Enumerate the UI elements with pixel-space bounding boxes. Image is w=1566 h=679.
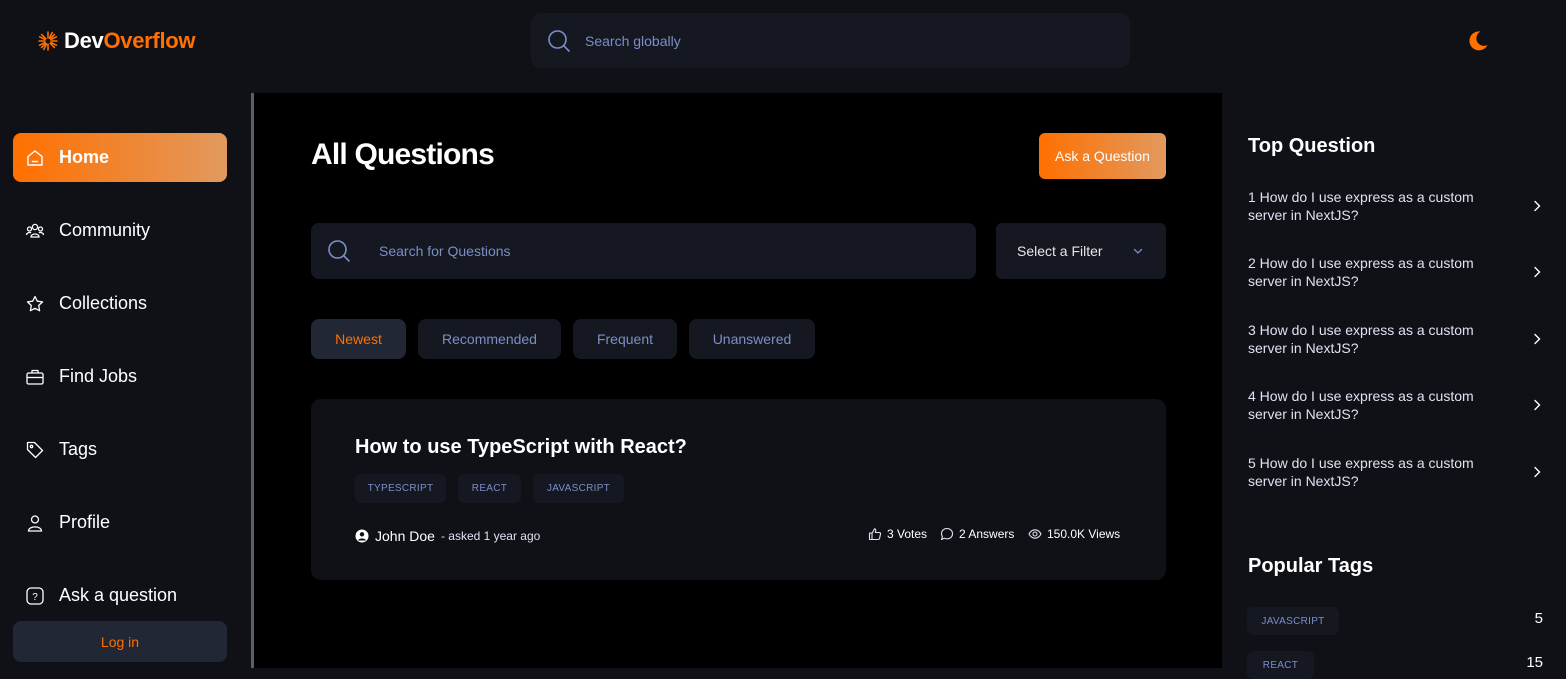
popular-tag[interactable]: JAVASCRIPT bbox=[1247, 607, 1339, 635]
popular-tags-title: Popular Tags bbox=[1248, 555, 1374, 577]
sidebar-item-find-jobs[interactable]: Find Jobs bbox=[13, 352, 227, 401]
filter-select[interactable]: Select a Filter bbox=[996, 223, 1166, 279]
tab-frequent[interactable]: Frequent bbox=[573, 319, 677, 359]
logo-text-dev: Dev bbox=[64, 28, 104, 53]
question-author[interactable]: John Doe - asked 1 year ago bbox=[355, 528, 540, 544]
top-question-item[interactable]: 2 How do I use express as a custom serve… bbox=[1248, 254, 1541, 294]
logo-text-overflow: Overflow bbox=[103, 28, 196, 53]
votes-metric: 3 Votes bbox=[868, 527, 927, 541]
question-tag[interactable]: TYPESCRIPT bbox=[355, 474, 446, 503]
popular-tag-row: JAVASCRIPT 5 bbox=[1247, 607, 1543, 635]
main-content: All Questions Ask a Question Select a Fi… bbox=[254, 93, 1222, 668]
search-icon bbox=[548, 30, 570, 52]
sidebar-item-home[interactable]: Home bbox=[13, 133, 227, 182]
sidebar-item-ask-question[interactable]: ? Ask a question bbox=[13, 571, 227, 620]
sidebar-item-label: Profile bbox=[59, 512, 111, 532]
top-question-text: 5 How do I use express as a custom serve… bbox=[1248, 455, 1474, 489]
user-circle-icon bbox=[355, 529, 369, 543]
sidebar-item-profile[interactable]: Profile bbox=[13, 498, 227, 547]
moon-icon[interactable] bbox=[1466, 29, 1490, 53]
chevron-right-icon bbox=[1534, 466, 1541, 478]
question-card: How to use TypeScript with React? TYPESC… bbox=[311, 399, 1166, 580]
views-count: 150.0K Views bbox=[1047, 527, 1121, 541]
popular-tag-row: REACT 15 bbox=[1247, 651, 1543, 679]
top-navbar: DevOverflow bbox=[0, 0, 1566, 93]
top-question-text: 3 How do I use express as a custom serve… bbox=[1248, 322, 1474, 356]
thumbs-up-icon bbox=[868, 528, 882, 541]
tag-icon bbox=[26, 441, 44, 458]
svg-text:?: ? bbox=[32, 592, 38, 603]
right-sidebar: Top Question 1 How do I use express as a… bbox=[1222, 93, 1566, 679]
sidebar-item-collections[interactable]: Collections bbox=[13, 279, 227, 328]
chevron-right-icon bbox=[1534, 399, 1541, 411]
page-title: All Questions bbox=[311, 138, 495, 171]
home-icon bbox=[27, 149, 43, 166]
top-question-text: 2 How do I use express as a custom serve… bbox=[1248, 255, 1474, 289]
global-search-input[interactable] bbox=[585, 13, 1105, 68]
question-title[interactable]: How to use TypeScript with React? bbox=[355, 436, 687, 459]
top-question-item[interactable]: 4 How do I use express as a custom serve… bbox=[1248, 387, 1541, 427]
popular-tag[interactable]: REACT bbox=[1247, 651, 1314, 679]
answers-count: 2 Answers bbox=[959, 527, 1015, 541]
top-question-text: 4 How do I use express as a custom serve… bbox=[1248, 388, 1474, 422]
question-icon: ? bbox=[26, 586, 44, 605]
top-question-item[interactable]: 3 How do I use express as a custom serve… bbox=[1248, 321, 1541, 361]
chevron-right-icon bbox=[1534, 266, 1541, 278]
chevron-down-icon bbox=[1133, 248, 1143, 254]
left-sidebar: Home Community Collections Find Jobs Tag… bbox=[0, 93, 251, 668]
tab-newest[interactable]: Newest bbox=[311, 319, 406, 359]
sidebar-item-label: Tags bbox=[59, 439, 98, 459]
answers-metric: 2 Answers bbox=[940, 527, 1014, 541]
user-icon bbox=[27, 514, 43, 532]
votes-count: 3 Votes bbox=[887, 527, 928, 541]
top-question-text: 1 How do I use express as a custom serve… bbox=[1248, 189, 1474, 223]
tab-recommended[interactable]: Recommended bbox=[418, 319, 561, 359]
logo-icon bbox=[38, 31, 58, 51]
question-tag[interactable]: JAVASCRIPT bbox=[533, 474, 624, 503]
question-tag[interactable]: REACT bbox=[458, 474, 521, 503]
star-icon bbox=[26, 295, 44, 311]
sidebar-item-label: Ask a question bbox=[59, 585, 178, 605]
chevron-right-icon bbox=[1534, 200, 1541, 212]
ask-question-button[interactable]: Ask a Question bbox=[1039, 133, 1166, 179]
question-search-input[interactable] bbox=[379, 223, 959, 279]
local-search bbox=[311, 223, 976, 279]
tab-unanswered[interactable]: Unanswered bbox=[689, 319, 815, 359]
popular-tag-count: 15 bbox=[1526, 654, 1543, 671]
briefcase-icon bbox=[26, 369, 44, 385]
top-questions-title: Top Question bbox=[1248, 135, 1376, 157]
asked-time: - asked 1 year ago bbox=[440, 529, 541, 543]
sidebar-item-tags[interactable]: Tags bbox=[13, 425, 227, 474]
sidebar-item-label: Home bbox=[59, 147, 110, 167]
login-button[interactable]: Log in bbox=[13, 621, 227, 662]
search-icon bbox=[328, 240, 350, 262]
logo-text: DevOverflow bbox=[64, 28, 196, 54]
message-icon bbox=[940, 527, 954, 541]
popular-tag-count: 5 bbox=[1534, 610, 1543, 627]
sidebar-item-label: Collections bbox=[59, 293, 148, 313]
eye-icon bbox=[1028, 529, 1042, 539]
views-metric: 150.0K Views bbox=[1028, 527, 1120, 541]
sidebar-item-community[interactable]: Community bbox=[13, 206, 227, 255]
sidebar-item-label: Community bbox=[59, 220, 151, 240]
top-question-item[interactable]: 1 How do I use express as a custom serve… bbox=[1248, 188, 1541, 228]
users-icon bbox=[25, 223, 45, 238]
chevron-right-icon bbox=[1534, 333, 1541, 345]
top-question-item[interactable]: 5 How do I use express as a custom serve… bbox=[1248, 454, 1541, 494]
author-name: John Doe bbox=[375, 528, 435, 544]
filter-select-label: Select a Filter bbox=[1017, 243, 1103, 259]
logo[interactable]: DevOverflow bbox=[36, 28, 196, 54]
sidebar-item-label: Find Jobs bbox=[59, 366, 138, 386]
global-search bbox=[531, 13, 1130, 68]
